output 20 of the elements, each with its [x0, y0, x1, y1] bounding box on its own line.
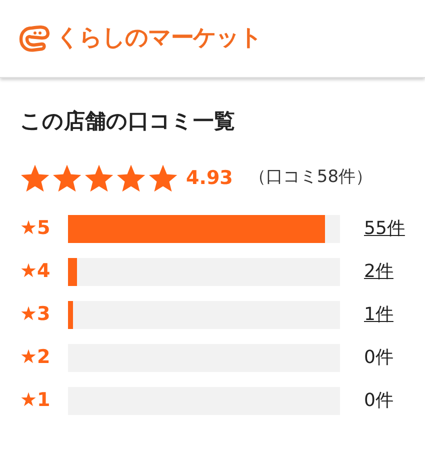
star-icon: [52, 164, 82, 192]
star-icon: [20, 164, 50, 192]
star-level-label: ★4: [20, 259, 52, 284]
count-text: 0件: [364, 346, 394, 370]
star-icon: [116, 164, 146, 192]
star-level-label: ★2: [20, 345, 52, 370]
rating-score: 4.93: [186, 166, 233, 191]
star-icon: [148, 164, 178, 192]
count-link[interactable]: 1件: [364, 301, 394, 328]
star-icon: [84, 164, 114, 192]
section-title: この店舗の口コミ一覧: [20, 108, 236, 135]
review-count: （口コミ58件）: [248, 166, 373, 190]
count-link[interactable]: 55件: [364, 215, 405, 242]
count-link[interactable]: 2件: [364, 258, 394, 285]
logo-icon: [18, 24, 52, 54]
count-text: 0件: [364, 389, 394, 413]
logo-text: くらしのマーケット: [56, 24, 262, 54]
star-level-label: ★1: [20, 388, 52, 414]
star-level-label: ★3: [20, 302, 52, 328]
star-level-label: ★5: [20, 216, 52, 242]
